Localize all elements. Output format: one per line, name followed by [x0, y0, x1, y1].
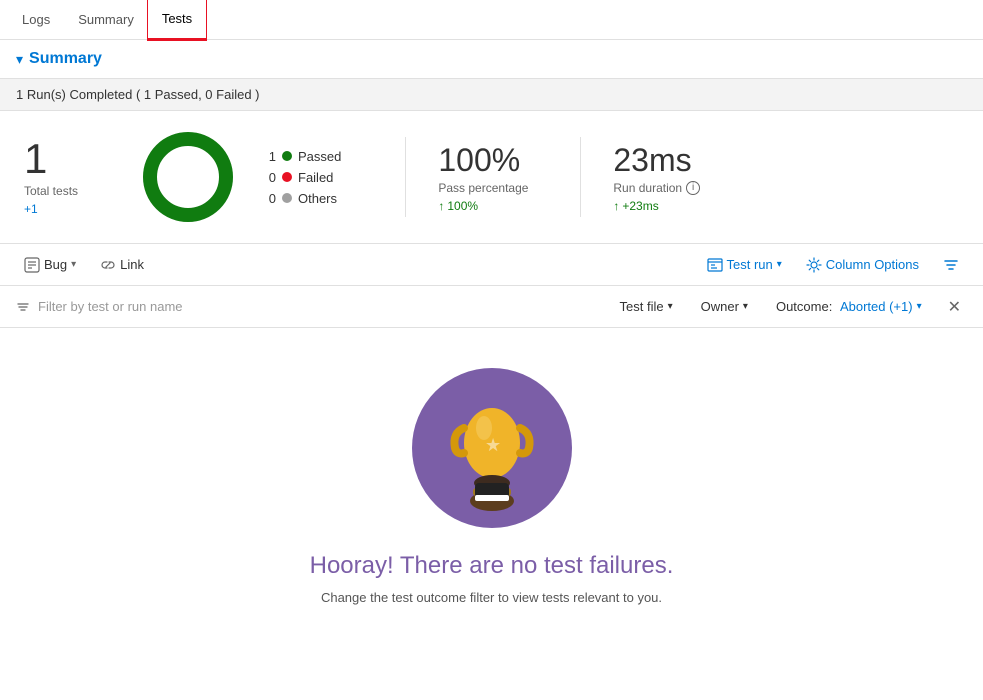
link-button[interactable]: Link — [92, 253, 152, 277]
pass-percentage-delta: ↑ 100% — [438, 199, 548, 213]
bug-button[interactable]: Bug ▾ — [16, 253, 84, 277]
summary-chevron[interactable]: ▾ — [16, 51, 23, 68]
column-options-label: Column Options — [826, 257, 919, 272]
legend-others: 0 Others — [262, 191, 341, 206]
total-tests-box: 1 Total tests +1 — [24, 138, 114, 216]
link-icon — [100, 257, 116, 273]
failed-label: Failed — [298, 170, 333, 185]
pass-percentage-label: Pass percentage — [438, 181, 548, 195]
main-content: ★ Hooray! There are no test failures. Ch… — [0, 328, 983, 645]
legend-failed: 0 Failed — [262, 170, 341, 185]
tab-logs[interactable]: Logs — [8, 0, 64, 40]
info-icon: i — [686, 181, 700, 195]
filter-icon — [943, 257, 959, 273]
bug-chevron: ▾ — [71, 259, 76, 270]
link-label: Link — [120, 257, 144, 272]
donut-chart — [138, 127, 238, 227]
filter-left: Filter by test or run name — [16, 299, 612, 314]
test-run-chevron: ▾ — [777, 259, 782, 270]
others-dot — [282, 193, 292, 203]
run-duration-value: 23ms — [613, 142, 723, 179]
status-bar: 1 Run(s) Completed ( 1 Passed, 0 Failed … — [0, 79, 983, 111]
owner-button[interactable]: Owner ▾ — [693, 295, 756, 318]
run-duration-delta: ↑ +23ms — [613, 199, 723, 213]
passed-count: 1 — [262, 149, 276, 164]
passed-dot — [282, 151, 292, 161]
legend-passed: 1 Passed — [262, 149, 341, 164]
tab-bar: Logs Summary Tests — [0, 0, 983, 40]
outcome-filter-button[interactable]: Outcome: Aborted (+1) ▾ — [768, 295, 930, 318]
others-count: 0 — [262, 191, 276, 206]
arrow-up-duration: ↑ — [613, 199, 619, 213]
toolbar: Bug ▾ Link Test run ▾ — [0, 244, 983, 286]
filter-bar: Filter by test or run name Test file ▾ O… — [0, 286, 983, 328]
column-options-button[interactable]: Column Options — [798, 253, 927, 277]
duration-delta-value: +23ms — [622, 199, 658, 213]
filter-placeholder: Filter by test or run name — [38, 299, 183, 314]
trophy-circle: ★ — [412, 368, 572, 528]
others-label: Others — [298, 191, 337, 206]
test-file-chevron: ▾ — [668, 301, 673, 312]
filter-button[interactable] — [935, 253, 967, 277]
trophy-icon: ★ — [437, 383, 547, 513]
total-tests-delta: +1 — [24, 202, 114, 216]
outcome-value: Aborted (+1) — [836, 299, 912, 314]
toolbar-left: Bug ▾ Link — [16, 253, 699, 277]
pass-percentage-value: 100% — [438, 142, 548, 179]
pass-delta-value: 100% — [447, 199, 478, 213]
summary-title: Summary — [29, 50, 102, 68]
failed-dot — [282, 172, 292, 182]
bug-icon — [24, 257, 40, 273]
hooray-text: Hooray! There are no test failures. — [310, 552, 674, 580]
outcome-label: Outcome: — [776, 299, 832, 314]
toolbar-right: Test run ▾ Column Options — [699, 253, 968, 277]
owner-label: Owner — [701, 299, 739, 314]
test-run-button[interactable]: Test run ▾ — [699, 253, 790, 277]
passed-label: Passed — [298, 149, 341, 164]
total-tests-number: 1 — [24, 138, 114, 180]
bug-label: Bug — [44, 257, 67, 272]
filter-right: Test file ▾ Owner ▾ Outcome: Aborted (+1… — [612, 295, 967, 319]
test-run-icon — [707, 257, 723, 273]
empty-state-subtitle: Change the test outcome filter to view t… — [321, 590, 662, 605]
stats-divider-2 — [580, 137, 581, 217]
tab-tests[interactable]: Tests — [148, 0, 206, 40]
status-text: 1 Run(s) Completed ( 1 Passed, 0 Failed … — [16, 87, 260, 102]
column-options-icon — [806, 257, 822, 273]
failed-count: 0 — [262, 170, 276, 185]
summary-header: ▾ Summary — [0, 40, 983, 79]
close-filter-button[interactable]: ✕ — [942, 295, 967, 319]
test-run-label: Test run — [727, 257, 773, 272]
total-tests-label: Total tests — [24, 184, 114, 198]
run-duration-label: Run duration i — [613, 181, 723, 195]
outcome-chevron: ▾ — [917, 301, 922, 312]
stats-section: 1 Total tests +1 1 Passed 0 Failed 0 Oth… — [0, 111, 983, 244]
arrow-up-pass: ↑ — [438, 199, 444, 213]
run-duration-box: 23ms Run duration i ↑ +23ms — [613, 142, 723, 213]
test-file-label: Test file — [620, 299, 664, 314]
filter-search-icon — [16, 300, 30, 314]
legend: 1 Passed 0 Failed 0 Others — [262, 149, 341, 206]
svg-text:★: ★ — [485, 435, 501, 455]
owner-chevron: ▾ — [743, 301, 748, 312]
test-file-button[interactable]: Test file ▾ — [612, 295, 681, 318]
tab-summary[interactable]: Summary — [64, 0, 148, 40]
stats-divider — [405, 137, 406, 217]
pass-percentage-box: 100% Pass percentage ↑ 100% — [438, 142, 548, 213]
